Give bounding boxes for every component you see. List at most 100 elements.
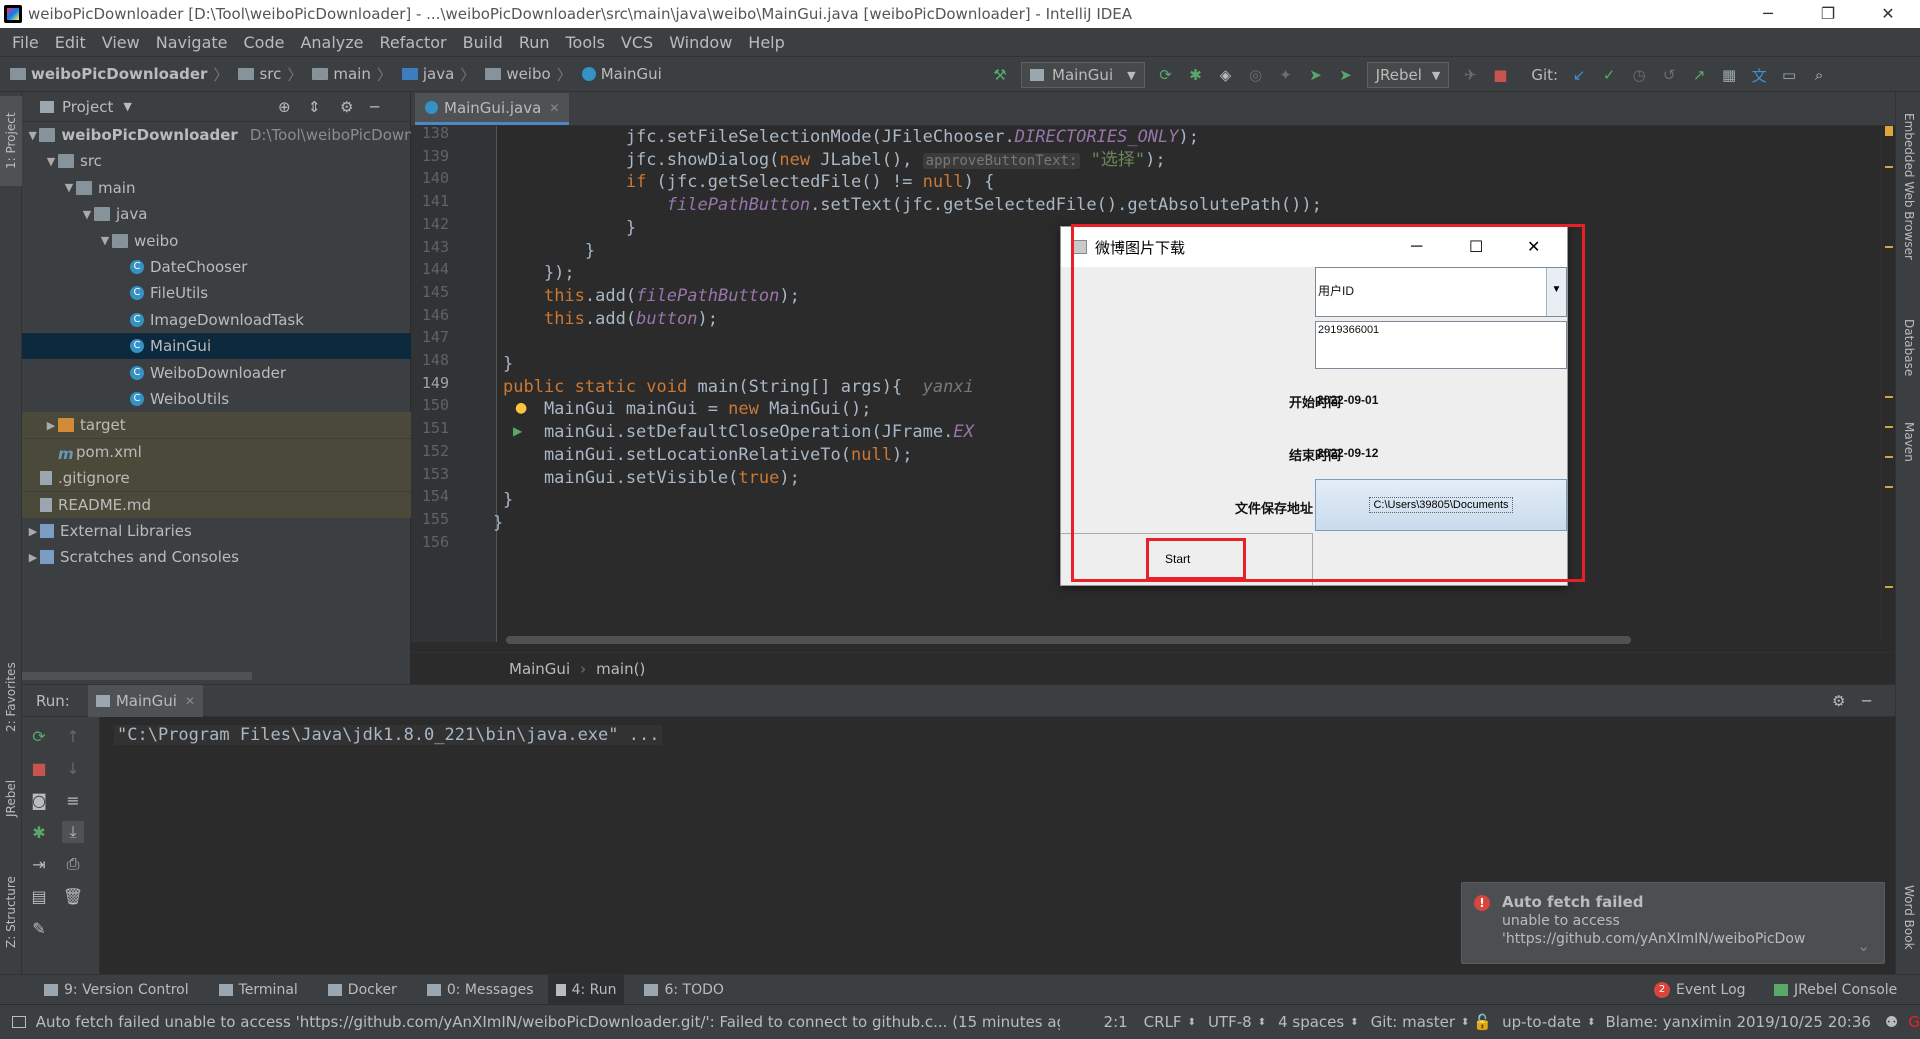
breadcrumb-java[interactable]: java 〉 [401,64,481,85]
console-output[interactable]: "C:\Program Files\Java\jdk1.8.0_221\bin\… [114,725,663,745]
indent-setting[interactable]: 4 spaces [1278,1013,1344,1031]
chevron-down-icon[interactable]: ▼ [98,234,112,247]
chevron-right-icon[interactable]: ▶ [26,525,40,538]
google-icon[interactable]: G [1908,1013,1920,1031]
project-structure-icon[interactable]: ▦ [1719,65,1739,85]
camera-icon[interactable]: ◙ [28,789,50,811]
menu-run[interactable]: Run [511,33,558,52]
git-commit-icon[interactable]: ✓ [1599,65,1619,85]
tool-tab-web-browser[interactable]: Embedded Web Browser [1898,106,1920,266]
tool-tab-structure[interactable]: Z: Structure [0,862,22,962]
collapse-all-icon[interactable]: ⇕ [308,98,321,116]
print-icon[interactable]: ⎙ [62,853,84,875]
breadcrumb-main[interactable]: main 〉 [312,64,398,85]
chevron-right-icon[interactable]: ▶ [44,419,58,432]
tree-item-maingui[interactable]: C MainGui [22,333,411,360]
tab-run[interactable]: 4: Run [547,974,625,1005]
tree-item-imagedownloadtask[interactable]: C ImageDownloadTask [22,307,411,333]
menu-navigate[interactable]: Navigate [148,33,236,52]
tab-event-log[interactable]: 2 Event Log [1654,981,1746,998]
tree-item-main[interactable]: ▼ main [22,175,411,201]
debug-icon[interactable]: ✱ [1186,65,1206,85]
tree-item-java[interactable]: ▼ java [22,201,411,227]
close-tab-icon[interactable]: ✕ [549,101,559,115]
tree-item-weiboutils[interactable]: C WeiboUtils [22,386,411,412]
menu-analyze[interactable]: Analyze [292,33,371,52]
tab-terminal[interactable]: Terminal [218,982,298,998]
menu-edit[interactable]: Edit [47,33,94,52]
profile-icon[interactable]: ◎ [1246,65,1266,85]
build-hammer-icon[interactable]: ⚒ [990,65,1010,85]
tree-item-fileutils[interactable]: C FileUtils [22,280,411,306]
crumb-method[interactable]: main() [596,660,645,678]
stop-icon[interactable]: ■ [1490,65,1510,85]
jrebel-run-icon[interactable]: ➤ [1306,65,1326,85]
git-push-icon[interactable]: ↗ [1689,65,1709,85]
menu-code[interactable]: Code [236,33,293,52]
chevron-right-icon[interactable]: ▶ [26,551,40,564]
search-icon[interactable]: ⌕ [1809,65,1829,85]
chevron-down-icon[interactable]: ▼ [26,129,39,142]
rerun-icon[interactable]: ⟳ [1156,65,1176,85]
tool-tab-favorites[interactable]: 2: Favorites [0,652,22,742]
inspector-icon[interactable]: ⚉ [1885,1013,1898,1031]
jrebel-select[interactable]: JRebel ▼ [1366,62,1450,88]
tree-item-pom-xml[interactable]: m pom.xml [22,438,411,465]
tab-todo[interactable]: 6: TODO [644,982,724,998]
git-blame[interactable]: Blame: yanximin 2019/10/25 20:36 [1605,1013,1870,1031]
breadcrumb-weibo[interactable]: weibo 〉 [485,64,577,85]
tree-item-weibopicdownloader[interactable]: ▼ weiboPicDownloader D:\Tool\weiboPicDownl [22,122,411,148]
attach-icon[interactable]: ✦ [1276,65,1296,85]
menu-refactor[interactable]: Refactor [372,33,455,52]
coverage-icon[interactable]: ◈ [1216,65,1236,85]
breadcrumb-maingui[interactable]: MainGui [581,65,662,83]
tree-item-weibodownloader[interactable]: C WeiboDownloader [22,360,411,386]
tab-docker[interactable]: Docker [327,982,397,998]
tab-messages[interactable]: 0: Messages [426,982,534,998]
pin-icon[interactable]: ✎ [28,917,50,939]
file-encoding[interactable]: UTF-8 [1208,1013,1252,1031]
menu-help[interactable]: Help [740,33,792,52]
tree-item-external-libraries[interactable]: ▶ External Libraries [22,518,411,544]
chevron-down-icon[interactable]: ▼ [62,181,76,194]
rerun-icon[interactable]: ⟳ [28,725,50,747]
menu-tools[interactable]: Tools [558,33,613,52]
git-rollback-icon[interactable]: ↺ [1659,65,1679,85]
tree-item-datechooser[interactable]: C DateChooser [22,254,411,280]
menu-file[interactable]: File [4,33,47,52]
run-tab-maingui[interactable]: MainGui ✕ [87,684,203,717]
git-update-icon[interactable]: ↙ [1569,65,1589,85]
tree-item-src[interactable]: ▼ src [22,148,411,174]
minimize-icon[interactable]: ─ [1740,0,1796,28]
horizontal-scrollbar[interactable] [22,672,252,680]
tree-item-readme-md[interactable]: README.md [22,491,411,518]
stop-icon[interactable]: ■ [28,757,50,779]
tree-item-gitignore[interactable]: .gitignore [22,465,411,492]
menu-build[interactable]: Build [455,33,511,52]
tree-item-weibo[interactable]: ▼ weibo [22,228,411,254]
soft-wrap-icon[interactable]: ≡ [62,789,84,811]
menu-view[interactable]: View [94,33,148,52]
run-gutter-icon[interactable]: ▶ [513,424,522,438]
chevron-down-icon[interactable]: ▼ [80,208,94,221]
presentation-icon[interactable]: ▭ [1779,65,1799,85]
gear-icon[interactable]: ⚙ [1832,692,1845,710]
jrebel-debug-icon[interactable]: ➤ [1336,65,1356,85]
close-icon[interactable]: ✕ [1860,0,1916,28]
gear-icon[interactable]: ⚙ [340,98,353,116]
restore-icon[interactable]: ❐ [1800,0,1856,28]
status-message[interactable]: Auto fetch failed unable to access 'http… [36,1013,1060,1031]
trash-icon[interactable]: 🗑 [62,885,84,907]
jrebel-stop-icon[interactable]: ✈ [1460,65,1480,85]
hide-panel-icon[interactable]: ─ [1862,692,1871,710]
close-tab-icon[interactable]: ✕ [185,694,195,708]
git-branch[interactable]: Git: master [1371,1013,1455,1031]
tool-tab-jrebel[interactable]: JRebel [0,768,22,828]
vcs-status[interactable]: up-to-date [1502,1013,1581,1031]
tab-version-control[interactable]: 9: Version Control [44,982,189,998]
tool-tab-project[interactable]: 1: Project [0,96,22,186]
translate-icon[interactable]: 文 [1749,65,1769,85]
tool-tab-database[interactable]: Database [1898,308,1920,388]
crumb-class[interactable]: MainGui [509,660,570,678]
locate-icon[interactable]: ⊕ [278,98,291,116]
